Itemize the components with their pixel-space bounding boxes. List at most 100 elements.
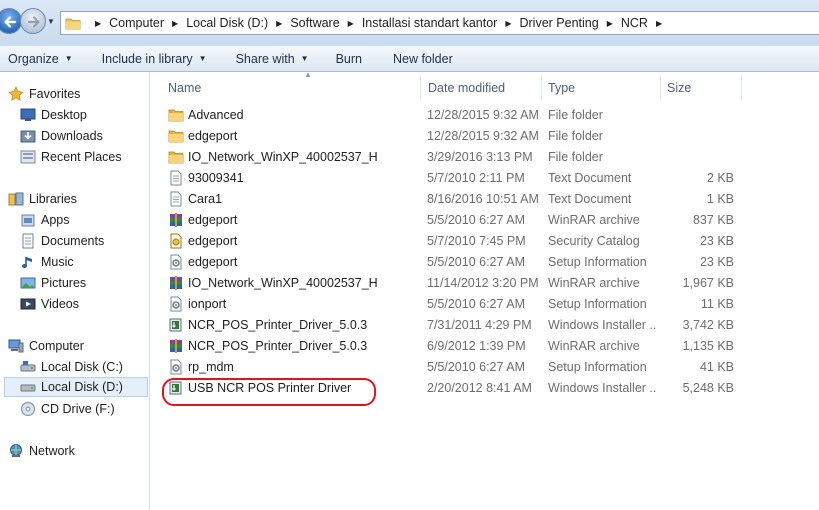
nav-pictures[interactable]: Pictures xyxy=(20,273,170,293)
nav-label: Favorites xyxy=(29,87,81,101)
file-type: WinRAR archive xyxy=(548,213,640,227)
documents-icon xyxy=(20,233,36,249)
file-row[interactable]: edgeport 5/5/2010 6:27 AM Setup Informatio… xyxy=(151,252,771,273)
file-date-modified: 5/5/2010 6:27 AM xyxy=(427,360,525,374)
forward-button[interactable] xyxy=(20,8,46,34)
music-icon xyxy=(20,254,36,270)
chevron-right-icon[interactable]: ▶ xyxy=(276,19,282,28)
file-size: 23 KB xyxy=(699,234,734,248)
chevron-right-icon[interactable]: ▶ xyxy=(348,19,354,28)
file-name: Advanced xyxy=(188,108,244,122)
nav-label: Recent Places xyxy=(41,150,122,164)
file-name: NCR_POS_Printer_Driver_5.0.3 xyxy=(188,318,368,332)
chevron-right-icon[interactable]: ▶ xyxy=(656,19,662,28)
hard-drive-icon xyxy=(20,359,36,375)
folder-icon xyxy=(65,18,81,30)
nav-libraries[interactable]: Libraries xyxy=(8,189,158,209)
file-date-modified: 5/5/2010 6:27 AM xyxy=(427,255,525,269)
nav-videos[interactable]: Videos xyxy=(20,294,170,314)
file-row[interactable]: edgeport 5/5/2010 6:27 AM WinRAR archive 83… xyxy=(151,210,771,231)
chevron-right-icon[interactable]: ▶ xyxy=(95,19,101,28)
recent-places-icon xyxy=(20,149,36,165)
file-type: Windows Installer ... xyxy=(548,381,656,395)
nav-network[interactable]: Network xyxy=(8,441,158,461)
file-row[interactable]: edgeport 12/28/2015 9:32 AM File folder xyxy=(151,126,771,147)
column-divider[interactable] xyxy=(541,76,542,100)
file-name: ionport xyxy=(188,297,227,311)
include-in-library-button[interactable]: Include in library ▼ xyxy=(102,52,207,66)
column-header-type[interactable]: Type xyxy=(548,72,658,104)
nav-favorites[interactable]: Favorites xyxy=(8,84,158,104)
file-size: 11 KB xyxy=(700,297,734,311)
nav-computer[interactable]: Computer xyxy=(8,336,158,356)
breadcrumb[interactable]: ▶ Computer ▶ Local Disk (D:) ▶ Software ▶ In… xyxy=(60,11,819,35)
nav-label: Downloads xyxy=(41,129,103,143)
column-header-size[interactable]: Size xyxy=(667,72,737,104)
burn-button[interactable]: Burn xyxy=(336,52,362,66)
file-row[interactable]: rp_mdm 5/5/2010 6:27 AM Setup Information 4… xyxy=(151,357,771,378)
breadcrumb-item[interactable]: NCR xyxy=(621,16,648,30)
back-button[interactable] xyxy=(0,8,22,34)
file-name: rp_mdm xyxy=(188,360,234,374)
breadcrumb-item[interactable]: Installasi standart kantor xyxy=(362,16,498,30)
breadcrumb-item[interactable]: Computer xyxy=(109,16,164,30)
breadcrumb-item[interactable]: Driver Penting xyxy=(519,16,598,30)
nav-label: Apps xyxy=(41,213,70,227)
network-icon xyxy=(8,443,24,459)
file-name: edgeport xyxy=(188,213,238,227)
column-header-date[interactable]: Date modified xyxy=(428,72,538,104)
column-divider[interactable] xyxy=(660,76,661,100)
file-row[interactable]: Advanced 12/28/2015 9:32 AM File folder xyxy=(151,105,771,126)
file-row[interactable]: Cara1 8/16/2016 10:51 AM Text Document 1 KB xyxy=(151,189,771,210)
dropdown-arrow-icon: ▼ xyxy=(198,54,207,63)
breadcrumb-item[interactable]: Local Disk (D:) xyxy=(186,16,268,30)
file-row[interactable]: NCR_POS_Printer_Driver_5.0.3 7/31/2011 4:… xyxy=(151,315,771,336)
nav-label: Music xyxy=(41,255,74,269)
setup-info-icon xyxy=(170,296,182,312)
nav-local-disk-d[interactable]: Local Disk (D:) xyxy=(4,377,148,397)
nav-label: Computer xyxy=(29,339,84,353)
dropdown-arrow-icon: ▼ xyxy=(64,54,73,63)
new-folder-button[interactable]: New folder xyxy=(393,52,453,66)
address-bar-area: ▼ ▶ Computer ▶ Local Disk (D:) ▶ Software ▶… xyxy=(0,0,819,46)
file-date-modified: 3/29/2016 3:13 PM xyxy=(427,150,533,164)
nav-local-disk-c[interactable]: Local Disk (C:) xyxy=(20,357,170,377)
nav-desktop[interactable]: Desktop xyxy=(20,105,170,125)
organize-button[interactable]: Organize ▼ xyxy=(8,52,73,66)
file-type: Setup Information xyxy=(548,255,647,269)
nav-downloads[interactable]: Downloads xyxy=(20,126,170,146)
downloads-icon xyxy=(20,128,36,144)
column-header-name[interactable]: ▲ Name xyxy=(168,70,423,104)
file-row[interactable]: IO_Network_WinXP_40002537_H 11/14/2012 3:… xyxy=(151,273,771,294)
file-row[interactable]: IO_Network_WinXP_40002537_H 3/29/2016 3:1… xyxy=(151,147,771,168)
file-row[interactable]: NCR_POS_Printer_Driver_5.0.3 6/9/2012 1:3… xyxy=(151,336,771,357)
file-type: Security Catalog xyxy=(548,234,640,248)
file-name: edgeport xyxy=(188,129,238,143)
nav-apps[interactable]: Apps xyxy=(20,210,170,230)
nav-label: Pictures xyxy=(41,276,87,290)
share-label: Share with xyxy=(235,51,295,66)
share-with-button[interactable]: Share with ▼ xyxy=(236,52,309,66)
file-row[interactable]: 93009341 5/7/2010 2:11 PM Text Document 2 K… xyxy=(151,168,771,189)
file-type: WinRAR archive xyxy=(548,339,640,353)
highlight-annotation-ring xyxy=(162,378,376,406)
nav-documents[interactable]: Documents xyxy=(20,231,170,251)
hard-drive-icon xyxy=(20,379,36,395)
column-divider[interactable] xyxy=(741,76,742,100)
breadcrumb-item[interactable]: Software xyxy=(290,16,339,30)
file-size: 3,742 KB xyxy=(682,318,734,332)
nav-label: Documents xyxy=(41,234,105,248)
desktop-icon xyxy=(20,107,36,123)
file-row[interactable]: ionport 5/5/2010 6:27 AM Setup Information… xyxy=(151,294,771,315)
file-name: edgeport xyxy=(188,234,238,248)
recent-pages-dropdown-icon[interactable]: ▼ xyxy=(47,17,55,26)
chevron-right-icon[interactable]: ▶ xyxy=(172,19,178,28)
file-type: WinRAR archive xyxy=(548,276,640,290)
nav-cd-drive[interactable]: CD Drive (F:) xyxy=(20,399,170,419)
chevron-right-icon[interactable]: ▶ xyxy=(505,19,511,28)
column-divider[interactable] xyxy=(420,76,421,100)
file-row[interactable]: edgeport 5/7/2010 7:45 PM Security Catalog… xyxy=(151,231,771,252)
nav-recent-places[interactable]: Recent Places xyxy=(20,147,170,167)
chevron-right-icon[interactable]: ▶ xyxy=(607,19,613,28)
nav-music[interactable]: Music xyxy=(20,252,170,272)
